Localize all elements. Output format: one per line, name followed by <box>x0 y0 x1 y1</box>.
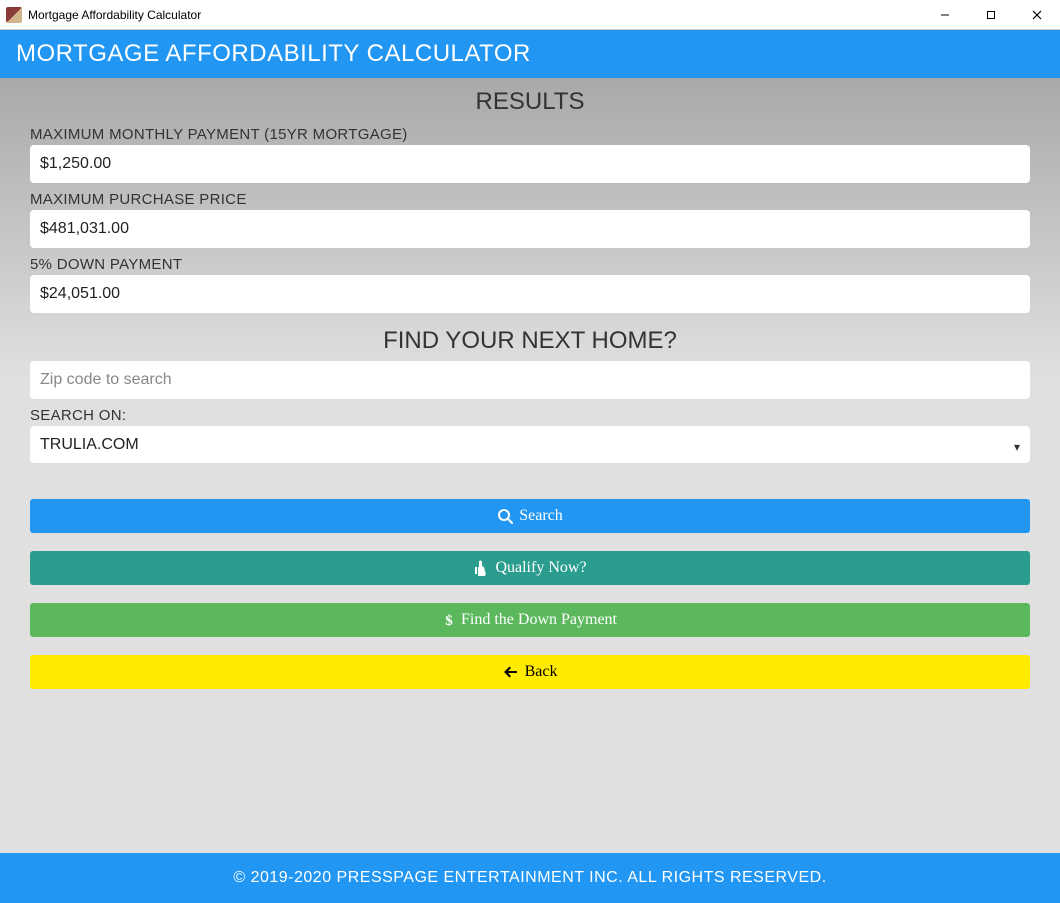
search-on-label: SEARCH ON: <box>30 403 1030 426</box>
svg-text:$: $ <box>445 613 453 628</box>
dollar-icon: $ <box>443 612 455 628</box>
back-button-label: Back <box>525 663 558 681</box>
zip-input[interactable] <box>30 361 1030 399</box>
minimize-button[interactable] <box>922 0 968 30</box>
qualify-button[interactable]: Qualify Now? <box>30 551 1030 585</box>
footer-text: © 2019-2020 PRESSPAGE ENTERTAINMENT INC.… <box>233 869 826 886</box>
maximize-button[interactable] <box>968 0 1014 30</box>
arrow-left-icon <box>503 664 519 680</box>
search-button-label: Search <box>519 507 563 525</box>
search-on-select[interactable]: TRULIA.COM <box>30 426 1030 463</box>
qualify-button-label: Qualify Now? <box>495 559 586 577</box>
app-icon <box>6 7 22 23</box>
max-monthly-value: $1,250.00 <box>30 145 1030 183</box>
footer: © 2019-2020 PRESSPAGE ENTERTAINMENT INC.… <box>0 853 1060 903</box>
maximize-icon <box>986 10 996 20</box>
down-payment-label: 5% DOWN PAYMENT <box>30 252 1030 275</box>
content-area: RESULTS MAXIMUM MONTHLY PAYMENT (15YR MO… <box>0 78 1060 853</box>
find-home-heading: FIND YOUR NEXT HOME? <box>30 317 1030 361</box>
window-title: Mortgage Affordability Calculator <box>28 8 201 22</box>
close-button[interactable] <box>1014 0 1060 30</box>
results-heading: RESULTS <box>30 78 1030 122</box>
max-purchase-value: $481,031.00 <box>30 210 1030 248</box>
find-down-button-label: Find the Down Payment <box>461 611 617 629</box>
titlebar: Mortgage Affordability Calculator <box>0 0 1060 30</box>
app-header: MORTGAGE AFFORDABILITY CALCULATOR <box>0 30 1060 78</box>
close-icon <box>1032 10 1042 20</box>
max-monthly-label: MAXIMUM MONTHLY PAYMENT (15YR MORTGAGE) <box>30 122 1030 145</box>
window-controls <box>922 0 1060 30</box>
find-down-button[interactable]: $ Find the Down Payment <box>30 603 1030 637</box>
thumbs-up-icon <box>473 560 489 576</box>
down-payment-value: $24,051.00 <box>30 275 1030 313</box>
search-icon <box>497 508 513 524</box>
header-title: MORTGAGE AFFORDABILITY CALCULATOR <box>16 40 531 67</box>
back-button[interactable]: Back <box>30 655 1030 689</box>
minimize-icon <box>940 10 950 20</box>
search-button[interactable]: Search <box>30 499 1030 533</box>
max-purchase-label: MAXIMUM PURCHASE PRICE <box>30 187 1030 210</box>
